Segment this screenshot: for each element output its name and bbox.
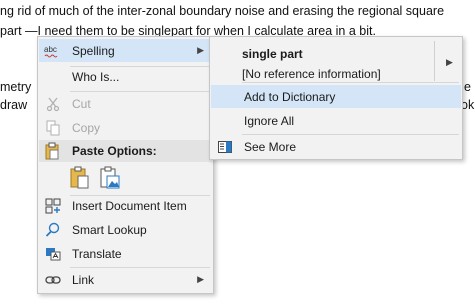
- menu-item-who-is[interactable]: Who Is...: [39, 65, 212, 88]
- paste-keep-source-button[interactable]: [68, 165, 92, 191]
- paste-picture-icon: [100, 166, 120, 189]
- paste-keep-formatting-icon: [70, 166, 89, 189]
- copy-label: Copy: [72, 120, 101, 135]
- clipboard-icon: [44, 142, 60, 163]
- submenu-arrow-icon: ▶: [197, 274, 204, 284]
- add-to-dictionary-label: Add to Dictionary: [244, 89, 336, 104]
- who-is-label: Who Is...: [72, 69, 120, 84]
- translate-label: Translate: [72, 246, 122, 261]
- menu-item-translate[interactable]: Translate: [39, 242, 212, 265]
- menu-item-cut[interactable]: Cut: [39, 92, 212, 115]
- submenu-arrow-icon: ▶: [197, 45, 204, 55]
- suggestion-info: [No reference information]: [242, 67, 381, 81]
- suggestion-word: single part: [242, 47, 303, 61]
- paste-options-header: Paste Options:: [39, 140, 212, 162]
- smart-lookup-icon: [44, 221, 62, 239]
- paste-picture-button[interactable]: [98, 165, 122, 191]
- suggestion-split-divider: [434, 41, 435, 81]
- menu-item-see-more[interactable]: See More: [211, 135, 461, 158]
- svg-text:abc: abc: [44, 45, 57, 54]
- suggestion-expand-arrow-icon[interactable]: ▶: [446, 57, 453, 68]
- spelling-submenu: single part [No reference information] ▶…: [209, 36, 463, 160]
- link-icon: [44, 271, 62, 289]
- cut-label: Cut: [72, 96, 91, 111]
- document-line-3-right: e: [464, 80, 471, 94]
- menu-item-ignore-all[interactable]: Ignore All: [211, 109, 461, 132]
- paste-options-label: Paste Options:: [72, 144, 157, 158]
- menu-item-insert-document-item[interactable]: Insert Document Item: [39, 194, 212, 217]
- menu-separator: [242, 82, 459, 83]
- smart-lookup-label: Smart Lookup: [72, 222, 147, 237]
- menu-item-smart-lookup[interactable]: Smart Lookup: [39, 218, 212, 241]
- see-more-panel-icon: [216, 138, 234, 156]
- translate-icon: [44, 245, 62, 263]
- link-label: Link: [72, 272, 95, 287]
- insert-document-item-label: Insert Document Item: [72, 198, 187, 213]
- menu-item-spelling[interactable]: abc Spelling ▶: [39, 39, 212, 62]
- spelling-icon: abc: [44, 42, 62, 60]
- document-line-4-left: draw: [0, 98, 28, 112]
- suggestion-item[interactable]: single part [No reference information]: [211, 39, 433, 81]
- spelling-label: Spelling: [72, 43, 115, 58]
- menu-item-link[interactable]: Link ▶: [39, 268, 212, 291]
- menu-item-copy[interactable]: Copy: [39, 116, 212, 139]
- menu-item-add-to-dictionary[interactable]: Add to Dictionary: [211, 85, 461, 108]
- insert-document-item-icon: [44, 197, 62, 215]
- document-line-3-left: metry: [0, 80, 32, 94]
- document-line-1: ng rid of much of the inter-zonal bounda…: [0, 4, 445, 18]
- copy-icon: [44, 119, 62, 137]
- ignore-all-label: Ignore All: [244, 113, 295, 128]
- context-menu: abc Spelling ▶ Who Is... Cut Copy Paste …: [37, 36, 214, 294]
- scissors-icon: [44, 95, 62, 113]
- see-more-label: See More: [244, 139, 297, 154]
